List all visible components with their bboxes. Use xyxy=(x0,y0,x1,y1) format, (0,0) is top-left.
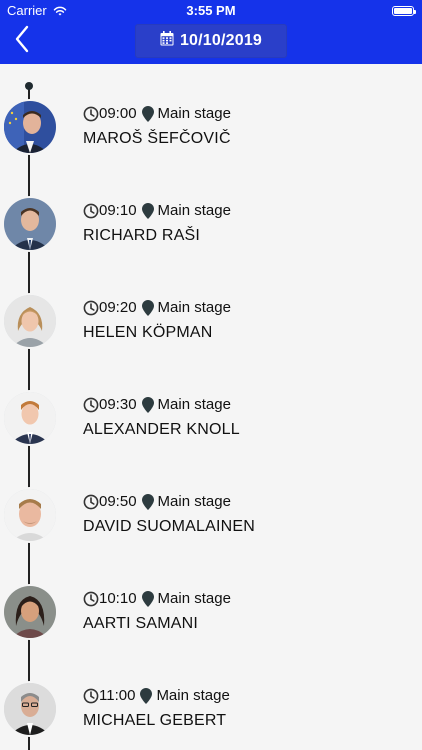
status-bar: Carrier 3:55 PM xyxy=(0,0,422,22)
schedule-item[interactable]: 09:20 Main stage HELEN KÖPMAN xyxy=(0,295,422,385)
session-location: Main stage xyxy=(157,299,231,316)
speaker-avatar xyxy=(4,295,56,347)
location-pin-icon xyxy=(141,203,154,219)
schedule-item[interactable]: 10:10 Main stage AARTI SAMANI xyxy=(0,586,422,676)
clock-icon xyxy=(83,203,99,219)
session-meta: 09:50 Main stage xyxy=(83,493,231,511)
location-pin-icon xyxy=(141,397,154,413)
session-location: Main stage xyxy=(157,493,231,510)
back-button[interactable] xyxy=(8,25,36,58)
clock-icon xyxy=(83,397,99,413)
clock-icon xyxy=(83,494,99,510)
session-meta: 09:30 Main stage xyxy=(83,396,231,414)
schedule-timeline: 09:00 Main stage MAROŠ ŠEFČOVIČ 09:10 Ma… xyxy=(0,64,422,750)
schedule-item[interactable]: 09:30 Main stage ALEXANDER KNOLL xyxy=(0,392,422,482)
session-location: Main stage xyxy=(157,105,231,122)
schedule-item[interactable]: 11:00 Main stage MICHAEL GEBERT xyxy=(0,683,422,750)
speaker-name: MICHAEL GEBERT xyxy=(83,712,227,729)
clock-icon xyxy=(83,591,99,607)
speaker-name: RICHARD RAŠI xyxy=(83,227,201,244)
speaker-avatar xyxy=(4,586,56,638)
schedule-item[interactable]: 09:00 Main stage MAROŠ ŠEFČOVIČ xyxy=(0,101,422,191)
speaker-avatar xyxy=(4,683,56,735)
session-location: Main stage xyxy=(157,202,231,219)
session-time: 10:10 xyxy=(99,590,137,607)
schedule-item[interactable]: 09:10 Main stage RICHARD RAŠI xyxy=(0,198,422,288)
app-header: Carrier 3:55 PM 10/10/2019 xyxy=(0,0,422,64)
session-location: Main stage xyxy=(157,396,231,413)
session-time: 09:30 xyxy=(99,396,137,413)
session-location: Main stage xyxy=(157,590,231,607)
clock-icon xyxy=(83,300,99,316)
session-time: 09:10 xyxy=(99,202,137,219)
speaker-name: ALEXANDER KNOLL xyxy=(83,421,240,438)
clock-icon xyxy=(83,688,99,704)
session-meta: 11:00 Main stage xyxy=(83,687,230,705)
speaker-avatar xyxy=(4,489,56,541)
calendar-icon xyxy=(160,31,174,51)
session-time: 09:00 xyxy=(99,105,137,122)
speaker-name: HELEN KÖPMAN xyxy=(83,324,213,341)
speaker-name: AARTI SAMANI xyxy=(83,615,199,632)
chevron-left-icon xyxy=(14,25,30,58)
clock-icon xyxy=(83,106,99,122)
speaker-avatar xyxy=(4,101,56,153)
location-pin-icon xyxy=(141,300,154,316)
session-meta: 09:00 Main stage xyxy=(83,105,231,123)
location-pin-icon xyxy=(141,106,154,122)
schedule-item[interactable]: 09:50 Main stage DAVID SUOMALAINEN xyxy=(0,489,422,579)
status-time: 3:55 PM xyxy=(186,3,236,18)
speaker-name: MAROŠ ŠEFČOVIČ xyxy=(83,130,231,147)
date-picker-button[interactable]: 10/10/2019 xyxy=(135,24,287,58)
location-pin-icon xyxy=(141,591,154,607)
date-label: 10/10/2019 xyxy=(179,32,263,49)
speaker-avatar xyxy=(4,198,56,250)
session-time: 09:50 xyxy=(99,493,137,510)
session-meta: 10:10 Main stage xyxy=(83,590,231,608)
location-pin-icon xyxy=(140,688,153,704)
session-time: 09:20 xyxy=(99,299,137,316)
session-meta: 09:20 Main stage xyxy=(83,299,231,317)
session-location: Main stage xyxy=(156,687,230,704)
timeline-start-dot xyxy=(25,82,33,90)
location-pin-icon xyxy=(141,494,154,510)
speaker-name: DAVID SUOMALAINEN xyxy=(83,518,256,535)
battery-icon xyxy=(392,6,416,16)
session-meta: 09:10 Main stage xyxy=(83,202,231,220)
session-time: 11:00 xyxy=(99,687,136,704)
speaker-avatar xyxy=(4,392,56,444)
